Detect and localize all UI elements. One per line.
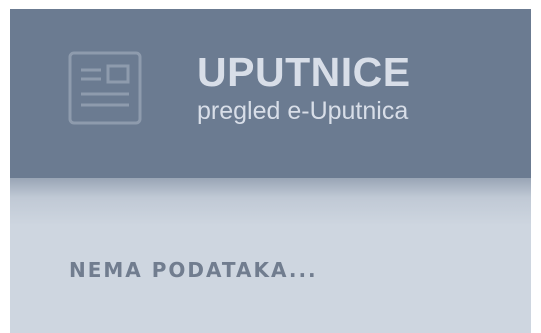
panel-header: UPUTNICE pregled e-Uputnica	[10, 9, 531, 178]
header-shadow	[10, 178, 531, 226]
referrals-panel: UPUTNICE pregled e-Uputnica NEMA PODATAK…	[10, 9, 531, 333]
page-title: UPUTNICE	[197, 49, 411, 95]
document-icon	[68, 51, 142, 125]
empty-state-message: NEMA PODATAKA...	[69, 258, 318, 282]
page-subtitle: pregled e-Uputnica	[197, 97, 409, 125]
header-text: UPUTNICE pregled e-Uputnica	[197, 49, 411, 125]
